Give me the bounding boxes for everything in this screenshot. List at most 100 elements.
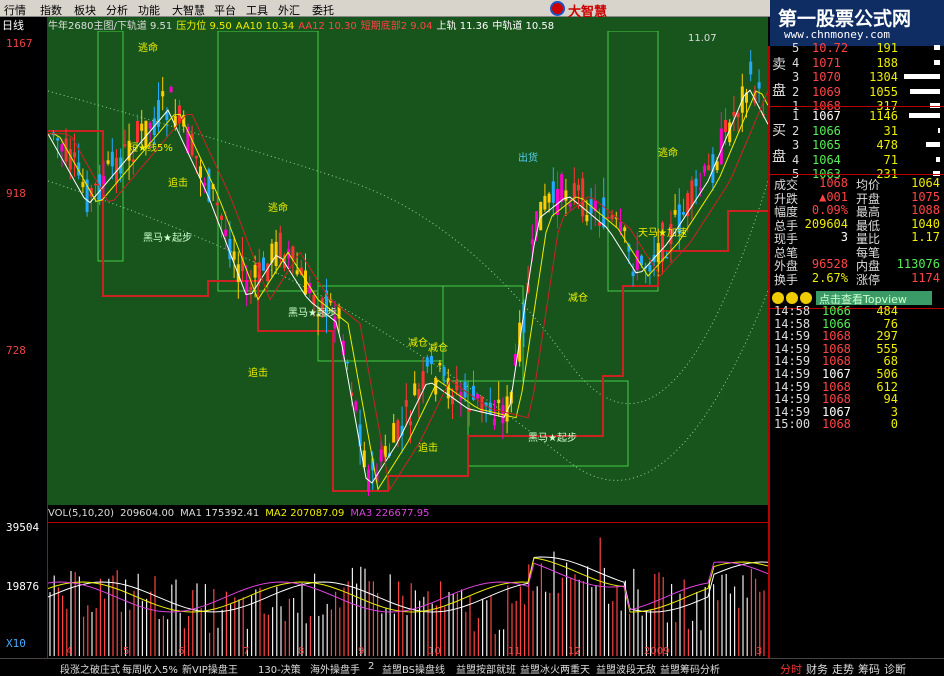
date-axis-label: 6 (178, 646, 184, 656)
quote-tab[interactable]: 分时 (780, 661, 802, 676)
candle-body (232, 251, 236, 260)
volume-bar (934, 45, 940, 50)
level-number: 5 (792, 41, 800, 55)
stat-label: 换手 (774, 272, 799, 287)
candle-body (404, 400, 408, 407)
volume-ma-line (48, 556, 768, 613)
candle-body (707, 165, 711, 171)
level-volume: 1146 (869, 109, 898, 123)
menu-item-1[interactable]: 指数 (40, 2, 62, 18)
indicator-bar: 牛年2680主图/下轨道 9.51 压力位 9.50 AA10 10.34 AA12 … (48, 17, 768, 31)
candle-body (215, 202, 219, 206)
candle-body (673, 210, 677, 215)
stat-value: 1.17 (911, 230, 940, 244)
formula-tab[interactable]: 益盟筹码分析 (660, 661, 720, 676)
volume-bar (934, 59, 940, 65)
menu-item-3[interactable]: 分析 (106, 2, 128, 18)
dotted-band-line (48, 90, 768, 404)
candle-body (690, 180, 694, 208)
candlestick-chart[interactable]: 逃命逃命减仓追击黑马★起步短★线5%出货天马★加速11.07减仓减仓追击黑马★起… (48, 31, 768, 505)
level-price: 1067 (812, 109, 841, 123)
formula-tab[interactable]: 每周收入5% (122, 661, 178, 676)
level-number: 3 (792, 70, 800, 84)
period-tab[interactable]: 日线 (2, 17, 24, 33)
candle-body (136, 120, 139, 143)
date-axis-label: 2009 (644, 646, 669, 656)
menu-item-5[interactable]: 大智慧 (172, 2, 205, 18)
quote-tab[interactable]: 财务 (806, 661, 828, 676)
formula-tab[interactable]: 海外操盘手 (310, 661, 360, 676)
formula-tab[interactable]: 益盟波段无敌 (596, 661, 656, 676)
formula-tab[interactable]: 益盟冰火两重天 (520, 661, 590, 676)
tick-volume: 0 (890, 417, 898, 432)
date-axis-label: 7 (243, 646, 249, 656)
indicator-value: AA12 10.30 (298, 21, 357, 31)
quote-stat-row: 外盘 96528 内盘 113076 (770, 257, 942, 273)
menu-item-6[interactable]: 平台 (214, 2, 236, 18)
volume-indicator-value: MA3 226677.95 (350, 508, 430, 519)
menu-item-2[interactable]: 板块 (74, 2, 96, 18)
candle-body (409, 421, 412, 426)
indicator-dot-icon (772, 292, 784, 304)
formula-tab[interactable]: 2 (368, 661, 374, 672)
brand-icon (550, 1, 565, 16)
volume-bar (938, 127, 940, 133)
candle-body (602, 197, 606, 228)
quote-tab[interactable]: 诊断 (884, 661, 906, 676)
brand-logo-area: 大智慧 (546, 0, 666, 20)
channel-box (442, 285, 524, 382)
candle-body (413, 383, 417, 396)
candle-body (631, 271, 635, 277)
candle-body (724, 119, 727, 133)
date-axis-label: 9 (358, 646, 364, 656)
volume-bar (910, 88, 940, 94)
level-number: 2 (792, 123, 800, 138)
volume-ma-line (48, 557, 768, 613)
signal-label: 追击 (418, 441, 438, 454)
candle-body (56, 138, 60, 141)
quote-tab[interactable]: 走势 (832, 661, 854, 676)
level-volume: 1304 (869, 70, 898, 84)
stat-value: 1174 (911, 270, 940, 285)
stat-value: 1040 (911, 216, 940, 231)
formula-tab[interactable]: 130-决策 (258, 661, 301, 676)
signal-label: 减仓 (408, 336, 428, 349)
formula-tab[interactable]: 益盟BS操盘线 (382, 661, 445, 676)
candle-body (476, 394, 480, 399)
candle-body (682, 212, 685, 215)
volume-axis-label: 39504 (6, 521, 40, 534)
watermark-title: 第一股票公式网 (778, 8, 912, 30)
indicator-dot-icon (786, 292, 798, 304)
candle-body (123, 144, 127, 146)
stat-value: 1075 (911, 189, 940, 204)
sell-level-row: 3 1070 1304 (770, 70, 942, 85)
candle-body (736, 113, 740, 118)
formula-tab[interactable]: 段涨之破庄式 (60, 661, 120, 676)
watermark-banner: 第一股票公式网 www.chnmoney.com (770, 0, 944, 46)
formula-tab[interactable]: 新VIP操盘王 (182, 661, 238, 676)
quote-tab[interactable]: 筹码 (858, 661, 880, 676)
volume-indicator-bar: VOL(5,10,20) 209604.00 MA1 175392.41 MA2 20… (48, 508, 768, 521)
date-axis-label: 3 (756, 646, 762, 656)
volume-chart[interactable]: 4 5 6 7 8 9 10 11 12 2009 3 (48, 522, 768, 656)
formula-tab[interactable]: 益盟按部就班 (456, 661, 516, 676)
menu-item-9[interactable]: 委托 (312, 2, 334, 18)
menu-item-4[interactable]: 功能 (138, 2, 160, 18)
level-price: 1065 (812, 138, 841, 152)
menu-item-7[interactable]: 工具 (246, 2, 268, 18)
candle-body (295, 270, 299, 275)
topview-button[interactable]: 点击查看Topview (816, 291, 932, 306)
candle-body (530, 239, 534, 245)
signal-label: 黑马★起步 (143, 232, 192, 244)
level-number: 3 (792, 138, 800, 152)
signal-label: 追击 (248, 366, 268, 379)
volume-bar (936, 156, 940, 162)
sell-level-row: 4 1071 188 (770, 56, 942, 71)
menu-item-8[interactable]: 外汇 (278, 2, 300, 18)
date-axis-label: 8 (298, 646, 304, 656)
candle-body (421, 371, 425, 390)
menu-item-0[interactable]: 行情 (4, 2, 26, 18)
level-number: 2 (792, 84, 800, 99)
buy-level-row: 4 1064 71 (770, 153, 942, 168)
level-price: 1069 (812, 84, 841, 99)
